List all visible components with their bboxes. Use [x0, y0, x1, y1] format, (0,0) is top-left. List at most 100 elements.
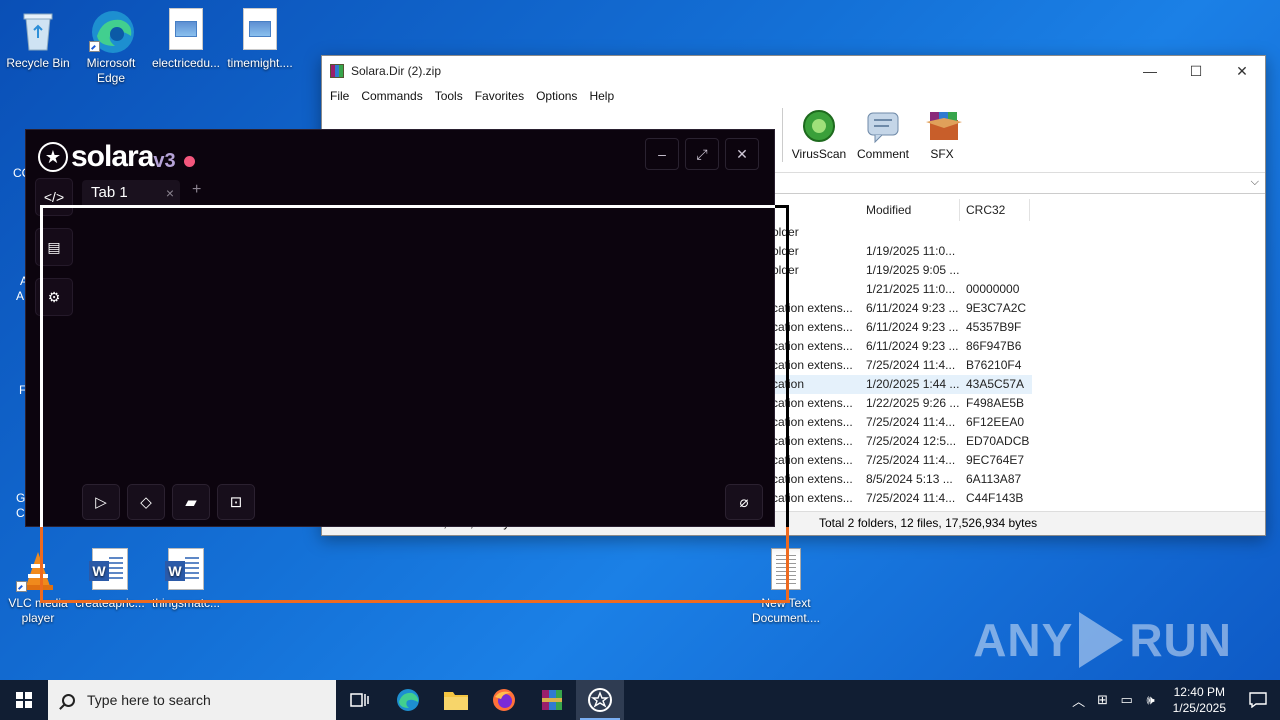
row-modified: 6/11/2024 9:23 ... [866, 301, 959, 315]
taskbar-clock[interactable]: 12:40 PM 1/25/2025 [1163, 684, 1236, 716]
taskbar-edge-button[interactable] [384, 680, 432, 720]
solara-maximize-button[interactable]: ⤢ [685, 138, 719, 170]
settings-icon: ⚙ [47, 288, 61, 305]
row-crc32: 00000000 [966, 282, 1020, 296]
watermark-left: ANY [973, 614, 1074, 666]
row-type: cation extens... [772, 491, 853, 505]
column-crc32[interactable]: CRC32 [960, 199, 1030, 221]
windows-logo-icon [16, 692, 32, 708]
minimize-button[interactable]: — [1127, 56, 1173, 86]
open-file-button[interactable]: ▰ [172, 484, 210, 520]
chevron-up-icon[interactable]: ︿ [1067, 691, 1091, 710]
folder-icon [444, 692, 468, 710]
row-type: cation extens... [772, 358, 853, 372]
tab-close-icon[interactable]: × [166, 180, 174, 206]
row-modified: 6/11/2024 9:23 ... [866, 320, 959, 334]
menu-options[interactable]: Options [530, 89, 583, 103]
desktop-icon-electricedu[interactable]: electricedu... [148, 8, 224, 71]
taskbar-search-box[interactable]: Type here to search [48, 680, 336, 720]
star-icon: ★ [38, 142, 68, 172]
execute-button[interactable]: ▷ [82, 484, 120, 520]
menu-tools[interactable]: Tools [429, 89, 469, 103]
row-crc32: 6A113A87 [966, 472, 1022, 486]
notification-center-button[interactable] [1236, 680, 1280, 720]
desktop-icon-label: thingsmatc... [151, 596, 221, 610]
document-file-icon [238, 8, 282, 52]
virusscan-button[interactable]: VirusScan [788, 108, 850, 161]
open-file-icon: ▰ [185, 494, 197, 511]
attach-button[interactable]: ⌀ [725, 484, 763, 520]
maximize-icon: ⤢ [696, 145, 708, 162]
highlight-frame-left-lower [40, 527, 43, 603]
maximize-button[interactable]: ☐ [1173, 56, 1219, 86]
highlight-frame-right [786, 205, 789, 527]
solara-window[interactable]: ★ solara v3 – ⤢ ✕ </> ▤ ⚙ Tab 1 × + ▷ ◇ … [25, 129, 775, 527]
toolbar-separator [782, 108, 783, 162]
partial-desktop-label-g: G [16, 491, 26, 505]
save-button[interactable]: ⊡ [217, 484, 255, 520]
status-total: Total 2 folders, 12 files, 17,526,934 by… [819, 516, 1038, 530]
column-modified[interactable]: Modified [860, 199, 960, 221]
row-crc32: 9E3C7A2C [966, 301, 1027, 315]
winrar-menubar: File Commands Tools Favorites Options He… [322, 86, 1265, 106]
taskbar-solara-button[interactable] [576, 680, 624, 720]
menu-favorites[interactable]: Favorites [469, 89, 530, 103]
clear-icon: ◇ [140, 494, 152, 511]
save-icon: ⊡ [229, 494, 243, 511]
desktop-icon-edge[interactable]: Microsoft Edge [73, 8, 149, 86]
desktop-icon-label: timemight.... [227, 56, 293, 70]
winrar-app-icon [330, 64, 344, 78]
editor-frame-top [40, 205, 775, 208]
code-icon: </> [43, 189, 65, 205]
winrar-titlebar[interactable]: Solara.Dir (2).zip — ☐ ✕ [322, 56, 1265, 86]
execute-icon: ▷ [95, 494, 107, 511]
clear-button[interactable]: ◇ [127, 484, 165, 520]
row-crc32: 86F947B6 [966, 339, 1022, 353]
solara-close-button[interactable]: ✕ [725, 138, 759, 170]
highlight-frame-right-lower [786, 527, 789, 603]
winrar-title: Solara.Dir (2).zip [351, 64, 442, 78]
desktop-icon-timemight[interactable]: timemight.... [222, 8, 298, 71]
close-button[interactable]: ✕ [1219, 56, 1265, 86]
start-button[interactable] [0, 680, 48, 720]
taskbar-explorer-button[interactable] [432, 680, 480, 720]
network-icon[interactable]: ⊞ [1091, 692, 1115, 708]
winrar-icon [542, 690, 562, 710]
menu-file[interactable]: File [324, 89, 355, 103]
comment-button[interactable]: Comment [852, 108, 914, 161]
row-modified: 8/5/2024 5:13 ... [866, 472, 953, 486]
desktop-icon-recycle-bin[interactable]: Recycle Bin [0, 8, 76, 71]
row-modified: 1/22/2025 9:26 ... [866, 396, 960, 410]
close-icon: ✕ [736, 145, 748, 162]
minimize-icon: – [658, 146, 666, 162]
menu-help[interactable]: Help [583, 89, 620, 103]
menu-commands[interactable]: Commands [355, 89, 428, 103]
taskbar-winrar-button[interactable] [528, 680, 576, 720]
solara-logo-version: v3 [153, 149, 176, 172]
row-type: cation extens... [772, 472, 853, 486]
status-dot [183, 155, 195, 167]
sfx-button[interactable]: SFX [911, 108, 973, 161]
taskbar-firefox-button[interactable] [480, 680, 528, 720]
tab-1[interactable]: Tab 1 × [82, 180, 180, 206]
row-crc32: ED70ADCB [966, 434, 1030, 448]
recycle-bin-icon [16, 8, 60, 52]
search-placeholder: Type here to search [87, 692, 211, 708]
word-document-icon: W [88, 548, 132, 592]
row-type: cation extens... [772, 453, 853, 467]
toolbar-label: SFX [930, 147, 954, 161]
add-tab-button[interactable]: + [192, 181, 201, 199]
volume-icon[interactable]: 🕪 [1139, 692, 1163, 708]
solara-logo-word: solara [71, 140, 154, 173]
row-type: cation extens... [772, 301, 853, 315]
chevron-down-icon[interactable]: ⌵ [1251, 176, 1259, 189]
task-view-button[interactable] [336, 680, 384, 720]
word-document-icon: W [164, 548, 208, 592]
solara-minimize-button[interactable]: – [645, 138, 679, 170]
row-modified: 1/21/2025 11:0... [866, 282, 956, 296]
row-modified: 1/19/2025 11:0... [866, 244, 956, 258]
ethernet-icon[interactable]: ▭ [1115, 692, 1139, 708]
desktop-icon-vlc[interactable]: VLC media player [0, 548, 76, 626]
vlc-cone-icon [16, 548, 60, 592]
row-modified: 6/11/2024 9:23 ... [866, 339, 959, 353]
